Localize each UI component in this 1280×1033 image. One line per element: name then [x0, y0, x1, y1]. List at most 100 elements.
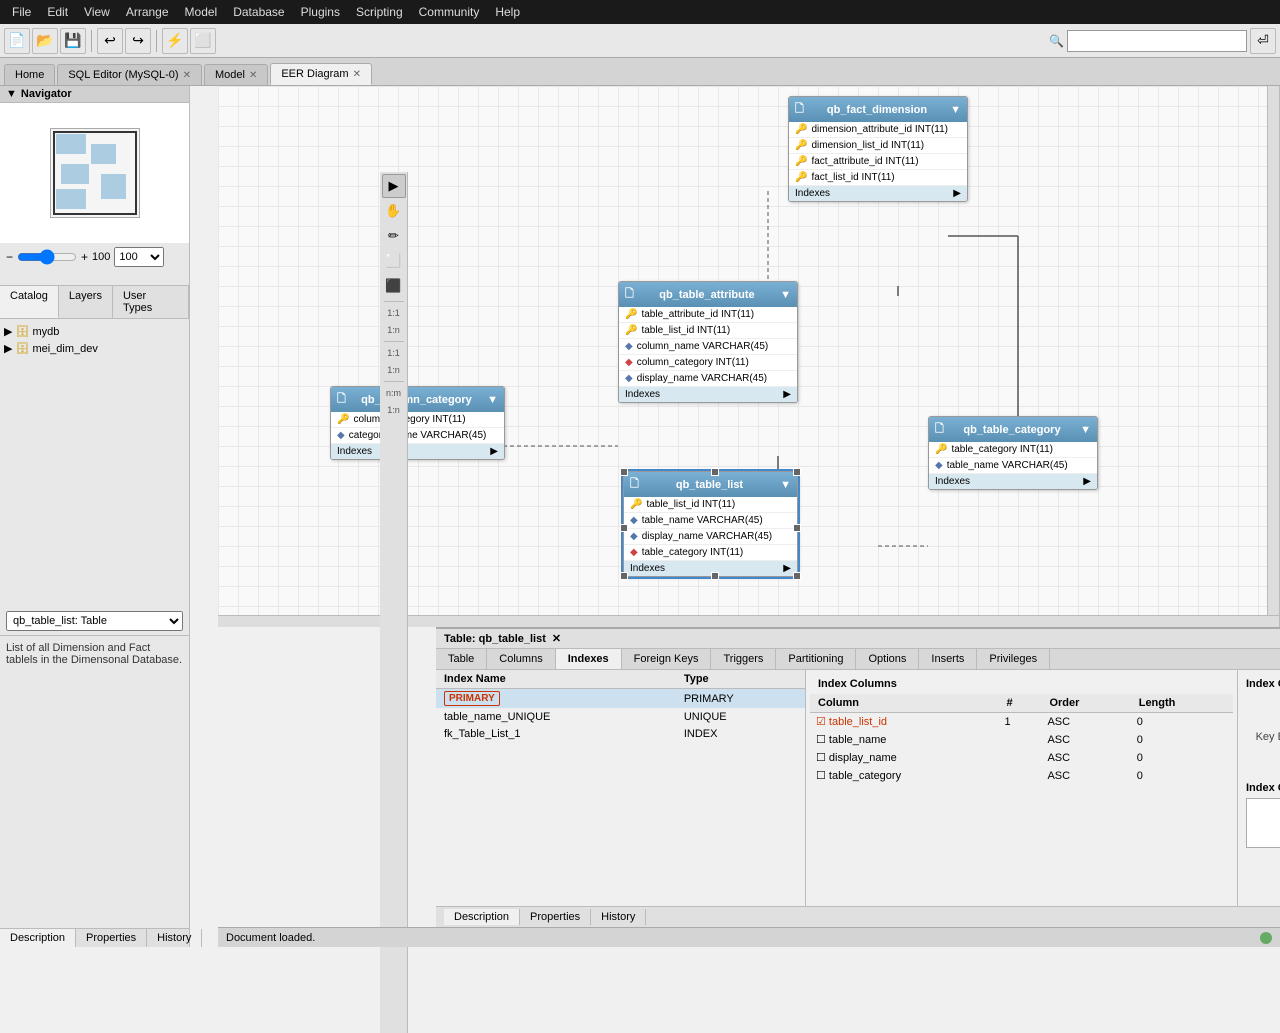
zoom-in-button[interactable]: + [81, 250, 88, 264]
schema-mei-dim-dev[interactable]: ▶ 🗄 mei_dim_dev [4, 340, 185, 357]
eer-table-qb-table-list[interactable]: 🗋 qb_table_list ▼ 🔑table_list_id INT(11)… [623, 471, 798, 577]
undo-button[interactable]: ↩ [97, 28, 123, 54]
bp-tab-partitioning[interactable]: Partitioning [776, 649, 856, 669]
eer-expand-icon-5[interactable]: ▼ [1080, 424, 1091, 436]
zoom-slider[interactable] [17, 249, 77, 265]
resize-handle-tl[interactable] [620, 468, 628, 476]
tab-home[interactable]: Home [4, 64, 55, 85]
eer-table-qb-fact-dimension[interactable]: 🗋 qb_fact_dimension ▼ 🔑dimension_attribu… [788, 96, 968, 202]
bp-status-tab-history[interactable]: History [591, 909, 646, 925]
diagram-area[interactable]: 🗋 qb_fact_dimension ▼ 🔑dimension_attribu… [218, 86, 1280, 627]
zoom-select[interactable]: 100 75 50 150 200 [114, 247, 164, 267]
execute-button[interactable]: ⚡ [162, 28, 188, 54]
redo-button[interactable]: ↪ [125, 28, 151, 54]
resize-handle-mr[interactable] [793, 524, 801, 532]
bp-tab-options[interactable]: Options [856, 649, 919, 669]
resize-handle-bl[interactable] [620, 572, 628, 580]
eer-indexes-qb-column-category[interactable]: Indexes▶ [331, 444, 504, 459]
index-col-check-3[interactable]: ☐ table_category [810, 767, 999, 785]
tab-eer-diagram[interactable]: EER Diagram ✕ [270, 63, 372, 85]
index-col-row-0[interactable]: ☑ table_list_id 1 ASC 0 [810, 713, 1233, 731]
11-relation-button[interactable]: 1:1 [384, 305, 403, 321]
schema-mydb[interactable]: ▶ 🗄 mydb [4, 323, 185, 340]
bp-tab-inserts[interactable]: Inserts [919, 649, 977, 669]
bp-status-tab-description[interactable]: Description [444, 909, 520, 925]
nm-relation-button[interactable]: n:m [383, 385, 404, 401]
menu-plugins[interactable]: Plugins [293, 3, 348, 21]
zoom-out-button[interactable]: − [6, 250, 13, 264]
eer-indexes-qb-table-category[interactable]: Indexes▶ [929, 474, 1097, 489]
index-col-check-2[interactable]: ☐ display_name [810, 749, 999, 767]
schema-select-dropdown[interactable]: qb_table_list: Table [6, 611, 183, 631]
tab-eer-diagram-close[interactable]: ✕ [353, 69, 361, 80]
bp-tab-indexes[interactable]: Indexes [556, 649, 622, 669]
bp-tab-privileges[interactable]: Privileges [977, 649, 1050, 669]
bp-tab-triggers[interactable]: Triggers [711, 649, 776, 669]
resize-handle-tm[interactable] [711, 468, 719, 476]
diagram-vscroll[interactable] [1267, 86, 1279, 615]
layer-tool-button[interactable]: ⬛ [382, 274, 406, 298]
search-input[interactable] [1067, 30, 1247, 52]
catalog-tab-catalog[interactable]: Catalog [0, 286, 59, 318]
eer-expand-icon-2[interactable]: ▼ [780, 289, 791, 301]
index-col-row-2[interactable]: ☐ display_name ASC 0 [810, 749, 1233, 767]
menu-model[interactable]: Model [177, 3, 226, 21]
menu-community[interactable]: Community [411, 3, 488, 21]
eer-indexes-qb-table-attribute[interactable]: Indexes▶ [619, 387, 797, 402]
eer-expand-icon[interactable]: ▼ [950, 104, 961, 116]
1n-id-relation-button[interactable]: 1:n [384, 362, 403, 378]
1n-relation-button[interactable]: 1:n [384, 322, 403, 338]
open-button[interactable]: 📂 [32, 28, 58, 54]
eer-table-qb-table-attribute[interactable]: 🗋 qb_table_attribute ▼ 🔑table_attribute_… [618, 281, 798, 403]
catalog-tab-layers[interactable]: Layers [59, 286, 113, 318]
bottom-panel-close-icon[interactable]: ✕ [552, 632, 561, 645]
bp-status-tab-properties[interactable]: Properties [520, 909, 591, 925]
hand-tool-button[interactable]: ✋ [382, 199, 406, 223]
tab-model[interactable]: Model ✕ [204, 64, 268, 85]
tab-sql-editor[interactable]: SQL Editor (MySQL-0) ✕ [57, 64, 202, 85]
tab-sql-editor-close[interactable]: ✕ [183, 70, 191, 81]
bp-tab-columns[interactable]: Columns [487, 649, 555, 669]
index-col-check-1[interactable]: ☐ table_name [810, 731, 999, 749]
opt-textarea-comment[interactable] [1246, 798, 1280, 848]
sidebar-tab-description[interactable]: Description [0, 929, 76, 947]
view-tool-button[interactable]: ⬜ [382, 249, 406, 273]
eraser-tool-button[interactable]: ✏ [382, 224, 406, 248]
menu-arrange[interactable]: Arrange [118, 3, 177, 21]
resize-handle-tr[interactable] [793, 468, 801, 476]
menu-edit[interactable]: Edit [39, 3, 76, 21]
menu-file[interactable]: File [4, 3, 39, 21]
sidebar-tab-history[interactable]: History [147, 929, 202, 947]
index-col-row-3[interactable]: ☐ table_category ASC 0 [810, 767, 1233, 785]
navigator-header[interactable]: ▼ Navigator [0, 86, 189, 103]
save-button[interactable]: 💾 [60, 28, 86, 54]
eer-table-qb-table-category[interactable]: 🗋 qb_table_category ▼ 🔑table_category IN… [928, 416, 1098, 490]
index-row-unique[interactable]: table_name_UNIQUE UNIQUE [436, 709, 805, 726]
eer-table-qb-column-category[interactable]: 🗋 qb_column_category ▼ 🔑column_category … [330, 386, 505, 460]
resize-handle-ml[interactable] [620, 524, 628, 532]
resize-handle-br[interactable] [793, 572, 801, 580]
bp-tab-table[interactable]: Table [436, 649, 487, 669]
eer-expand-icon-4[interactable]: ▼ [780, 479, 791, 491]
index-row-fk[interactable]: fk_Table_List_1 INDEX [436, 726, 805, 743]
menu-view[interactable]: View [76, 3, 118, 21]
menu-scripting[interactable]: Scripting [348, 3, 411, 21]
tab-model-close[interactable]: ✕ [249, 70, 257, 81]
menu-database[interactable]: Database [225, 3, 292, 21]
menu-help[interactable]: Help [487, 3, 528, 21]
index-col-row-1[interactable]: ☐ table_name ASC 0 [810, 731, 1233, 749]
search-submit-button[interactable]: ⏎ [1250, 28, 1276, 54]
resize-handle-bm[interactable] [711, 572, 719, 580]
eer-expand-icon-3[interactable]: ▼ [487, 394, 498, 406]
select-tool-button[interactable]: ▶ [382, 174, 406, 198]
eer-indexes-qb-fact-dimension[interactable]: Indexes▶ [789, 186, 967, 201]
new-button[interactable]: 📄 [4, 28, 30, 54]
index-row-primary[interactable]: PRIMARY PRIMARY [436, 689, 805, 709]
1n-nonid-relation-button[interactable]: 1:n [384, 402, 403, 418]
catalog-tab-user-types[interactable]: User Types [113, 286, 189, 318]
11-id-relation-button[interactable]: 1:1 [384, 345, 403, 361]
sidebar-tab-properties[interactable]: Properties [76, 929, 147, 947]
bp-tab-foreign-keys[interactable]: Foreign Keys [622, 649, 712, 669]
index-col-check-0[interactable]: ☑ table_list_id [810, 713, 999, 731]
diagram-hscroll[interactable] [218, 615, 1279, 627]
